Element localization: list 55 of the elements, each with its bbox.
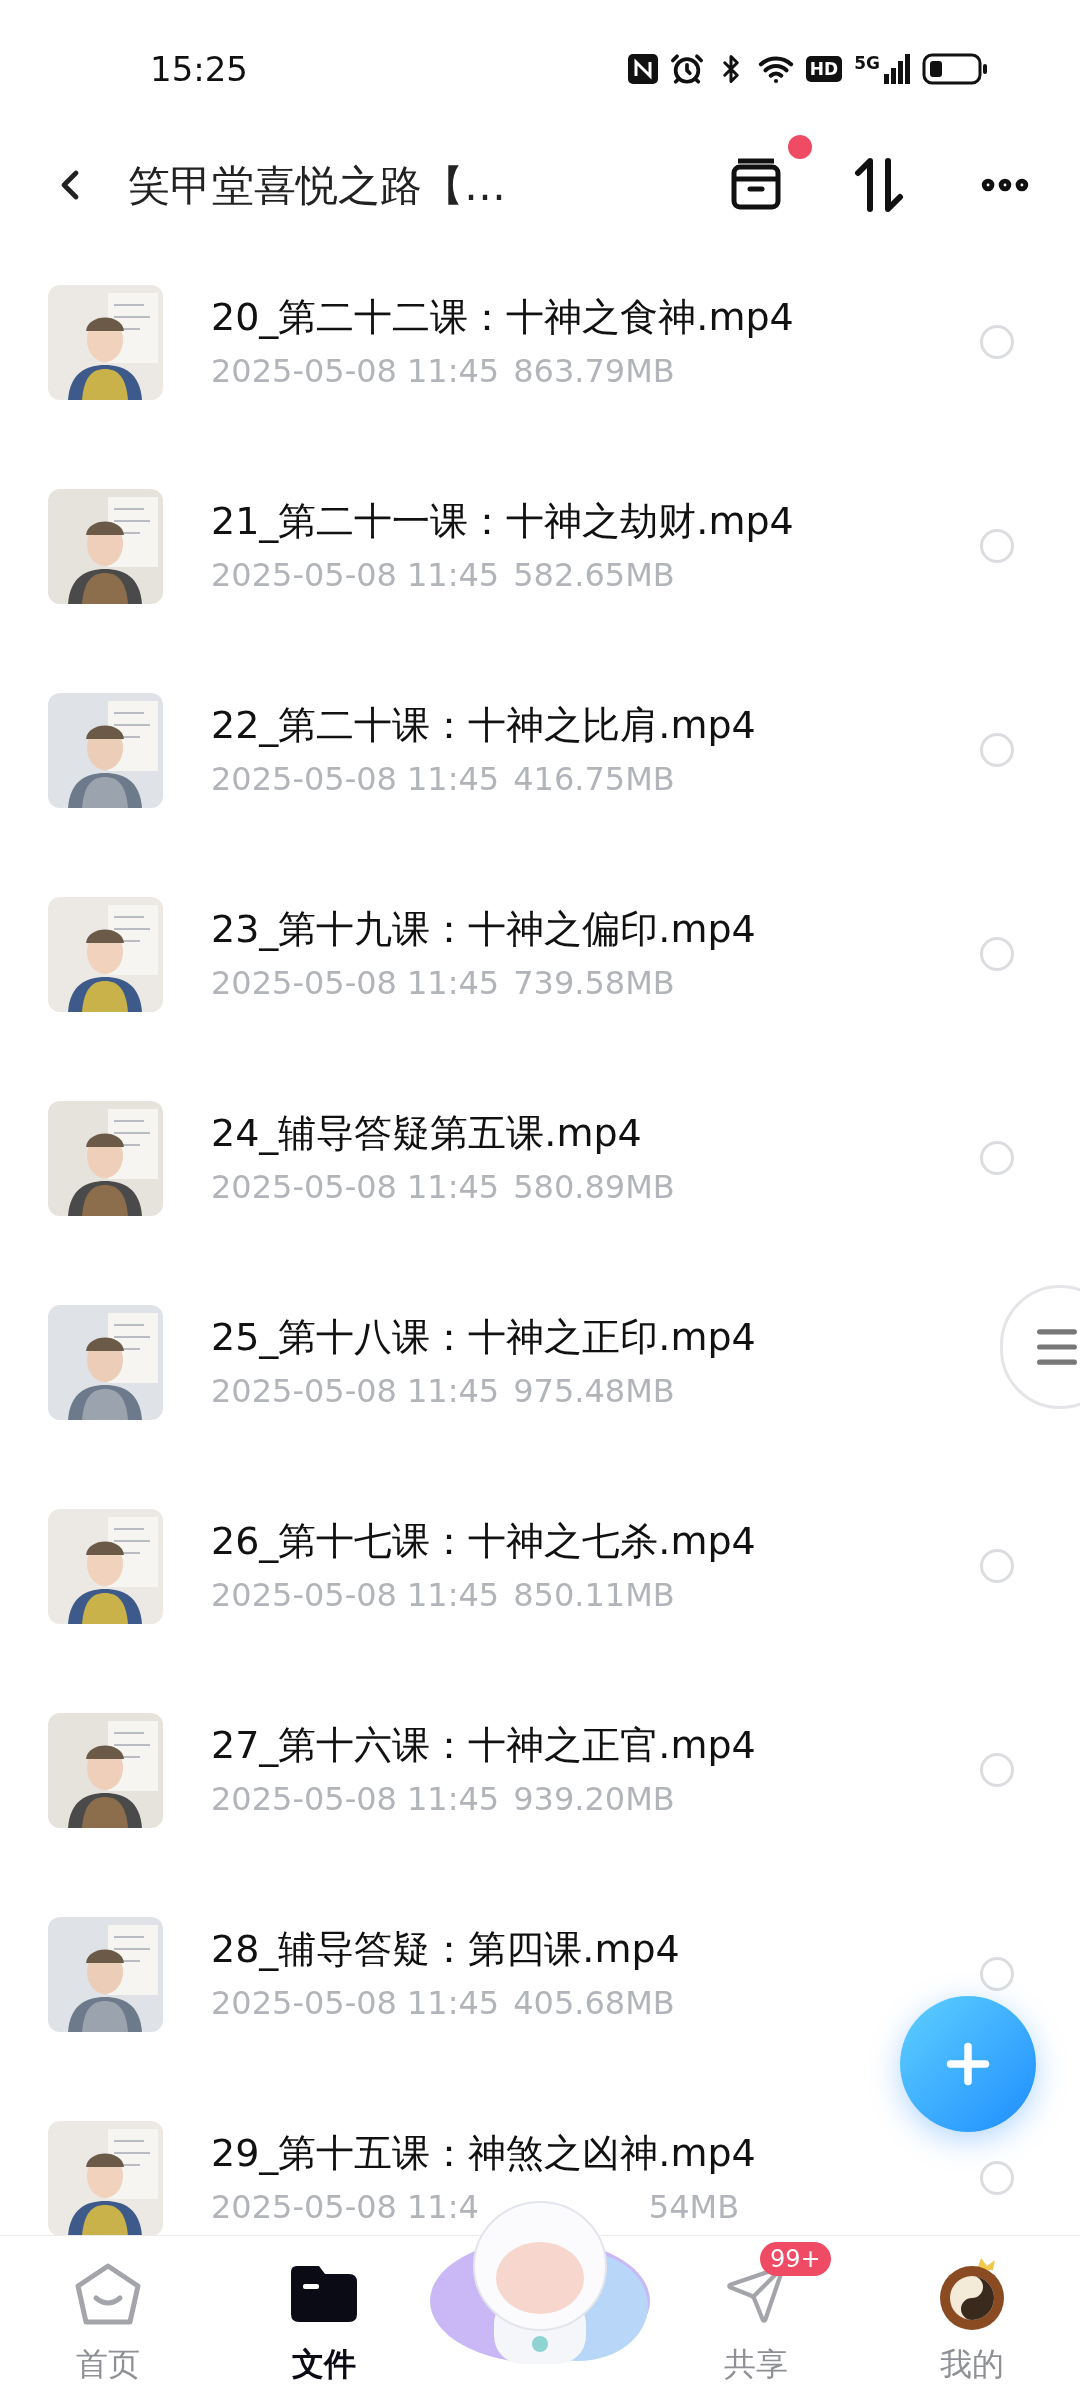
file-name[interactable]: 26_第十七课：十神之七杀.mp4	[211, 1517, 980, 1565]
file-size: 416.75MB	[513, 759, 675, 799]
count-badge: 99+	[760, 2242, 831, 2276]
file-name[interactable]: 23_第十九课：十神之偏印.mp4	[211, 905, 980, 953]
file-date: 2025-05-08	[211, 1167, 397, 1207]
status-time: 15:25	[150, 47, 248, 91]
folder-title: 笑甲堂喜悦之路【…	[128, 159, 506, 212]
file-size: 582.65MB	[513, 555, 675, 595]
nfc-icon	[627, 54, 658, 84]
alarm-icon	[669, 52, 704, 86]
file-name[interactable]: 29_第十五课：神煞之凶神.mp4	[211, 2129, 980, 2177]
file-name[interactable]: 20_第二十二课：十神之食神.mp4	[211, 293, 980, 341]
file-time: 11:45	[406, 759, 500, 799]
file-size: 850.11MB	[513, 1575, 675, 1615]
file-date: 2025-05-08	[211, 963, 397, 1003]
sort-icon[interactable]	[854, 157, 904, 213]
file-date: 2025-05-08	[211, 1575, 397, 1615]
file-time: 11:45	[406, 1983, 500, 2023]
add-button[interactable]	[900, 1996, 1036, 2132]
file-time: 11:45	[406, 351, 500, 391]
folder-icon	[291, 2266, 357, 2322]
yin-yang-icon	[937, 2256, 1007, 2332]
file-time: 11:45	[406, 963, 500, 1003]
file-name[interactable]: 27_第十六课：十神之正官.mp4	[211, 1721, 980, 1769]
file-size: 975.48MB	[513, 1371, 675, 1411]
file-time: 11:45	[406, 1167, 500, 1207]
file-time: 11:45	[406, 1779, 500, 1819]
file-date: 2025-05-08	[211, 555, 397, 595]
file-name[interactable]: 24_辅导答疑第五课.mp4	[211, 1109, 980, 1157]
file-name[interactable]: 21_第二十一课：十神之劫财.mp4	[211, 497, 980, 545]
hd-indicator: HD	[805, 56, 843, 82]
nav-tab[interactable]: 文件	[292, 2340, 356, 2388]
file-date: 2025-05-08	[211, 1983, 397, 2023]
file-date: 2025-05-08	[211, 351, 397, 391]
file-date: 2025-05-08	[211, 2187, 397, 2227]
file-size: 580.89MB	[513, 1167, 675, 1207]
file-time: 11:45	[406, 555, 500, 595]
home-icon	[74, 2262, 142, 2326]
signal-icon	[884, 54, 910, 84]
file-size: 405.68MB	[513, 1983, 675, 2023]
file-name[interactable]: 22_第二十课：十神之比肩.mp4	[211, 701, 980, 749]
file-name[interactable]: 28_辅导答疑：第四课.mp4	[211, 1925, 980, 1973]
file-date: 2025-05-08	[211, 759, 397, 799]
file-time: 11:45	[406, 1371, 500, 1411]
file-size: 54MB	[648, 2187, 740, 2227]
network-type: 5G	[854, 54, 880, 72]
file-time: 11:4	[406, 2187, 479, 2227]
file-size: 739.58MB	[513, 963, 675, 1003]
file-time: 11:45	[406, 1575, 500, 1615]
file-date: 2025-05-08	[211, 1371, 397, 1411]
battery-icon	[922, 53, 988, 85]
file-name[interactable]: 25_第十八课：十神之正印.mp4	[211, 1313, 980, 1361]
file-size: 863.79MB	[513, 351, 675, 391]
file-size: 939.20MB	[513, 1779, 675, 1819]
file-date: 2025-05-08	[211, 1779, 397, 1819]
